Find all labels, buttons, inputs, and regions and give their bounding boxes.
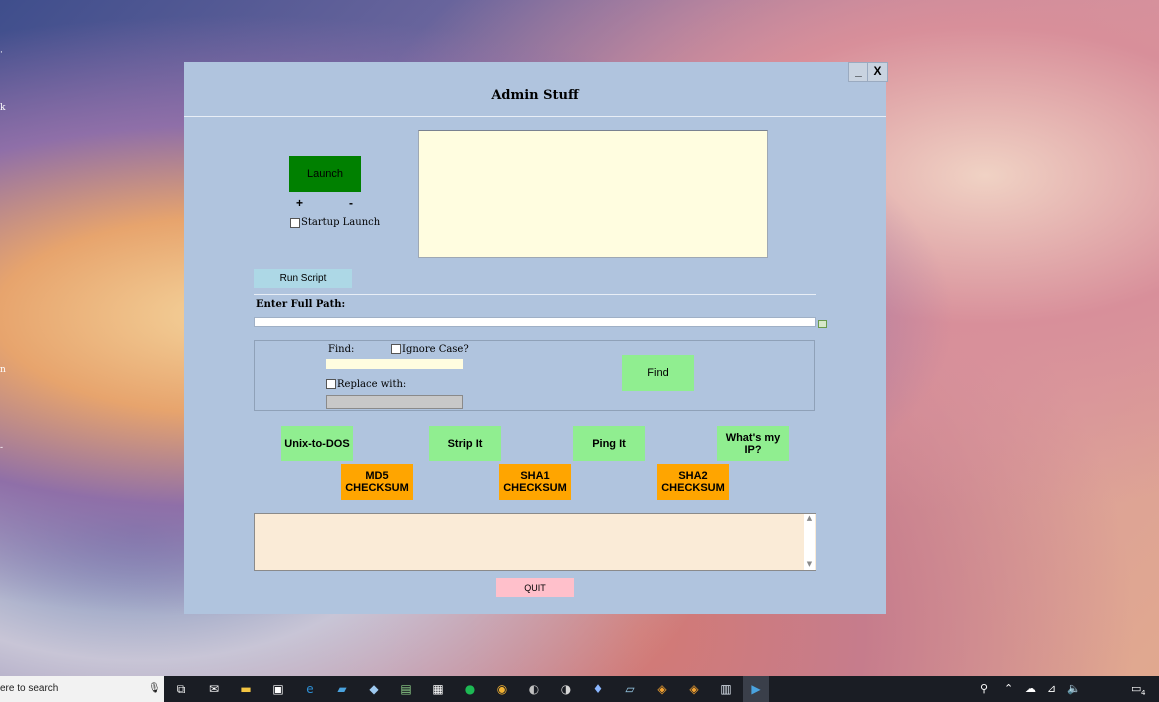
startup-launch-label: Startup Launch (301, 217, 381, 228)
scroll-up-icon[interactable]: ▲ (804, 514, 815, 522)
notification-count: 4 (1141, 689, 1146, 697)
notification-icon[interactable]: ▭ (1131, 682, 1141, 695)
replace-with-checkbox[interactable] (326, 379, 336, 389)
app-icon[interactable]: ◑ (558, 681, 574, 697)
output-text-area[interactable] (254, 513, 816, 571)
window-title: Admin Stuff (491, 88, 579, 103)
ping-it-button[interactable]: Ping It (573, 426, 645, 461)
notepad-plus-icon[interactable]: ▤ (398, 681, 414, 697)
app-icon[interactable]: ▱ (622, 681, 638, 697)
virtualbox-icon[interactable]: ◆ (366, 681, 382, 697)
title-separator (184, 116, 886, 117)
maps-icon[interactable]: ♦ (590, 681, 606, 697)
chrome-icon[interactable]: ◉ (494, 681, 510, 697)
search-placeholder: ere to search (0, 683, 59, 694)
desktop-icon-fragment[interactable]: k (0, 103, 8, 113)
desktop-icon-fragment[interactable]: - (0, 443, 8, 453)
scroll-down-icon[interactable]: ▼ (804, 560, 815, 568)
terminal-icon[interactable]: ▰ (334, 681, 350, 697)
path-grip-icon[interactable] (818, 320, 827, 328)
md5-checksum-button[interactable]: MD5 CHECKSUM (341, 464, 413, 500)
output-scrollbar[interactable]: ▲ ▼ (804, 514, 815, 570)
minimize-button[interactable]: _ (848, 62, 869, 82)
find-input[interactable] (326, 359, 463, 369)
git-icon[interactable]: ◈ (686, 681, 702, 697)
sha2-checksum-button[interactable]: SHA2 CHECKSUM (657, 464, 729, 500)
admin-stuff-window: Admin Stuff _ X Launch + - Startup Launc… (184, 62, 888, 614)
run-script-button[interactable]: Run Script (254, 269, 352, 288)
powershell-icon[interactable]: ▶ (748, 681, 764, 697)
app-icon[interactable]: ◐ (526, 681, 542, 697)
increase-button[interactable]: + (296, 196, 303, 210)
chevron-up-icon[interactable]: ⌃ (1004, 682, 1013, 695)
replace-input[interactable] (326, 395, 463, 409)
find-label: Find: (328, 344, 355, 355)
full-path-input[interactable] (254, 317, 816, 327)
people-icon[interactable]: ⚲ (980, 682, 988, 695)
spotify-icon[interactable]: ● (462, 681, 478, 697)
startup-launch-checkbox[interactable] (290, 218, 300, 228)
calculator-icon[interactable]: ▦ (430, 681, 446, 697)
decrease-button[interactable]: - (349, 196, 353, 210)
find-button[interactable]: Find (622, 355, 694, 391)
wifi-icon[interactable]: ⊿ (1047, 682, 1056, 695)
desktop-icon-fragment[interactable]: n (0, 365, 8, 375)
replace-with-label: Replace with: (337, 379, 407, 390)
close-button[interactable]: X (867, 62, 888, 82)
quit-button[interactable]: QUIT (496, 578, 574, 597)
volume-icon[interactable]: 🔈 (1067, 682, 1081, 695)
whats-my-ip-button[interactable]: What's my IP? (717, 426, 789, 461)
edge-icon[interactable]: e (302, 681, 318, 697)
taskbar-search-box[interactable]: ere to search 🎙 (0, 676, 164, 702)
desktop-icon-fragment[interactable]: · (0, 48, 8, 58)
git-icon[interactable]: ◈ (654, 681, 670, 697)
full-path-label: Enter Full Path: (256, 299, 346, 310)
strip-it-button[interactable]: Strip It (429, 426, 501, 461)
taskbar: ere to search 🎙 ⧉ ✉ ▬ ▣ e ▰ ◆ ▤ ▦ ● ◉ ◐ … (0, 676, 1159, 702)
app-icon[interactable]: ▥ (718, 681, 734, 697)
unix-to-dos-button[interactable]: Unix-to-DOS (281, 426, 353, 461)
task-view-icon[interactable]: ⧉ (173, 681, 189, 697)
ignore-case-label: Ignore Case? (402, 344, 469, 355)
mail-icon[interactable]: ✉ (206, 681, 222, 697)
script-text-area[interactable] (418, 130, 768, 258)
file-explorer-icon[interactable]: ▬ (238, 681, 254, 697)
ignore-case-checkbox[interactable] (391, 344, 401, 354)
sha1-checksum-button[interactable]: SHA1 CHECKSUM (499, 464, 571, 500)
microphone-icon[interactable]: 🎙 (148, 683, 161, 694)
title-bar[interactable]: Admin Stuff _ X (184, 62, 888, 116)
divider (254, 294, 816, 295)
launch-button[interactable]: Launch (289, 156, 361, 192)
onedrive-icon[interactable]: ☁ (1025, 682, 1036, 695)
store-icon[interactable]: ▣ (270, 681, 286, 697)
